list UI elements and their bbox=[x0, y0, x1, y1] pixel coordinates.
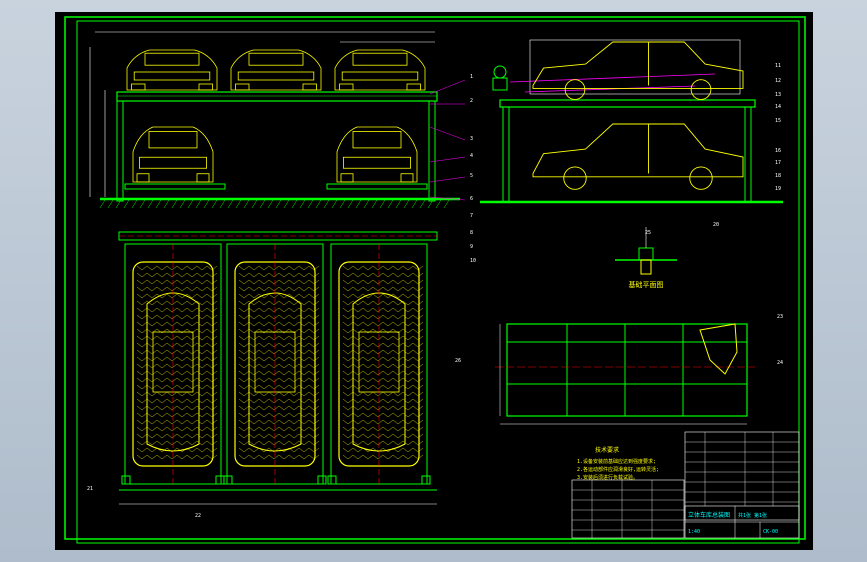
part-number-label: 19 bbox=[775, 186, 781, 192]
foundation-detail: 基础平面图 bbox=[615, 227, 677, 289]
part-number-label: 1 bbox=[470, 74, 473, 80]
title-block-sheet: 共1张 第1张 bbox=[738, 512, 767, 519]
part-number-label: 5 bbox=[470, 173, 473, 179]
bom-table-left bbox=[571, 479, 685, 539]
inner-frame bbox=[76, 20, 800, 544]
cad-drawing: 基础平面图 技术要求 1.设备安装前基础应达到强度要求; 2.各运动部件应润滑良… bbox=[64, 16, 806, 544]
title-block-title: 立体车库总装图 bbox=[688, 511, 730, 519]
part-number-label: 3 bbox=[470, 136, 473, 142]
foundation-detail-label: 基础平面图 bbox=[629, 280, 664, 289]
part-number-label: 11 bbox=[775, 63, 781, 69]
cad-viewport[interactable]: 基础平面图 技术要求 1.设备安装前基础应达到强度要求; 2.各运动部件应润滑良… bbox=[55, 12, 813, 550]
part-number-label: 9 bbox=[470, 244, 473, 250]
part-number-label: 14 bbox=[775, 104, 781, 110]
part-number-label: 25 bbox=[645, 230, 651, 236]
part-number-label: 16 bbox=[775, 148, 781, 154]
part-number-label: 10 bbox=[470, 258, 476, 264]
pit-plan-view bbox=[495, 323, 755, 425]
notes-line: 2.各运动部件应润滑良好,运转灵活; bbox=[577, 466, 659, 473]
part-number-label: 18 bbox=[775, 173, 781, 179]
part-number-label: 23 bbox=[777, 314, 783, 320]
notes-heading: 技术要求 bbox=[595, 446, 619, 454]
part-number-label: 20 bbox=[713, 222, 719, 228]
part-number-label: 6 bbox=[470, 196, 473, 202]
part-number-label: 26 bbox=[455, 358, 461, 364]
part-number-label: 7 bbox=[470, 213, 473, 219]
part-number-label: 12 bbox=[775, 78, 781, 84]
part-number-label: 24 bbox=[777, 360, 783, 366]
part-number-label: 15 bbox=[775, 118, 781, 124]
notes-line: 1.设备安装前基础应达到强度要求; bbox=[577, 458, 656, 465]
title-block: 立体车库总装图 共1张 第1张 1:40 CK-00 bbox=[684, 505, 800, 539]
part-number-label: 13 bbox=[775, 92, 781, 98]
part-number-label: 21 bbox=[87, 486, 93, 492]
outer-frame bbox=[64, 16, 806, 540]
front-elevation-view bbox=[89, 31, 466, 209]
part-number-label: 22 bbox=[195, 513, 201, 519]
part-number-label: 4 bbox=[470, 153, 473, 159]
part-number-label: 8 bbox=[470, 230, 473, 236]
part-number-label: 2 bbox=[470, 98, 473, 104]
part-number-label: 17 bbox=[775, 160, 781, 166]
technical-notes: 技术要求 1.设备安装前基础应达到强度要求; 2.各运动部件应润滑良好,运转灵活… bbox=[577, 446, 659, 481]
title-block-scale: 1:40 bbox=[688, 529, 700, 535]
parts-list bbox=[684, 431, 800, 521]
plan-view bbox=[118, 231, 438, 505]
title-block-drawing-no: CK-00 bbox=[763, 529, 778, 535]
side-elevation-view bbox=[480, 39, 783, 204]
